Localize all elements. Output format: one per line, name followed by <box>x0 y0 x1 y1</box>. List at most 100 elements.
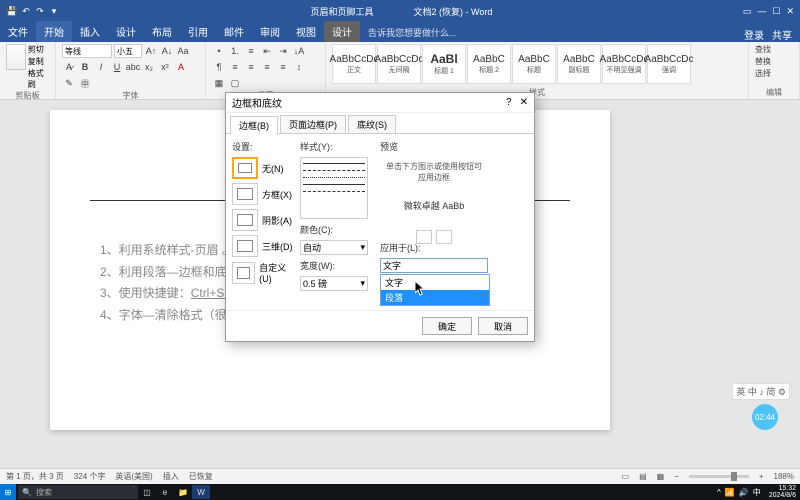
paste-icon[interactable] <box>6 44 26 70</box>
language-indicator[interactable]: 英语(美国) <box>115 471 152 482</box>
style-title[interactable]: AaBbC标题 <box>512 44 556 84</box>
ime-indicator[interactable]: 中 <box>753 487 761 498</box>
italic-icon[interactable]: I <box>94 60 108 74</box>
redo-icon[interactable]: ↷ <box>34 5 46 17</box>
word-count[interactable]: 324 个字 <box>74 471 106 482</box>
multilevel-icon[interactable]: ≡ <box>244 44 258 58</box>
taskbar-clock[interactable]: 15:322024/8/6 <box>765 485 800 499</box>
dialog-close-icon[interactable]: ✕ <box>520 97 528 108</box>
indent-icon[interactable]: ⇥ <box>276 44 290 58</box>
bold-icon[interactable]: B <box>78 60 92 74</box>
tab-layout[interactable]: 布局 <box>144 21 180 42</box>
clear-format-icon[interactable]: A̷ <box>62 60 76 74</box>
page-indicator[interactable]: 第 1 页，共 3 页 <box>6 471 64 482</box>
find-button[interactable]: 查找 <box>755 44 793 55</box>
font-name-select[interactable] <box>62 44 112 58</box>
style-emphasis[interactable]: AaBbCcDc强调 <box>647 44 691 84</box>
line-spacing-icon[interactable]: ↕ <box>292 60 306 74</box>
select-button[interactable]: 选择 <box>755 68 793 79</box>
sort-icon[interactable]: ↓A <box>292 44 306 58</box>
subscript-icon[interactable]: x₂ <box>142 60 156 74</box>
login-link[interactable]: 登录 <box>744 27 764 42</box>
taskbar-search[interactable]: 🔍搜索 <box>18 485 138 499</box>
setting-box[interactable]: 方框(X) <box>232 183 294 205</box>
apply-option-paragraph[interactable]: 段落 <box>381 290 489 305</box>
view-read-icon[interactable]: ▭ <box>622 472 630 481</box>
highlight-icon[interactable]: ✎ <box>62 76 76 90</box>
tab-references[interactable]: 引用 <box>180 21 216 42</box>
setting-3d[interactable]: 三维(D) <box>232 235 294 257</box>
tab-insert[interactable]: 插入 <box>72 21 108 42</box>
share-button[interactable]: 共享 <box>772 27 792 42</box>
shading-icon[interactable]: ▦ <box>212 76 226 90</box>
numbering-icon[interactable]: 1. <box>228 44 242 58</box>
tab-context-design[interactable]: 设计 <box>324 21 360 42</box>
ok-button[interactable]: 确定 <box>422 317 472 335</box>
tab-file[interactable]: 文件 <box>0 21 36 42</box>
align-center-icon[interactable]: ≡ <box>244 60 258 74</box>
style-listbox[interactable] <box>300 157 368 219</box>
style-nospace[interactable]: AaBbCcDc无间隔 <box>377 44 421 84</box>
view-web-icon[interactable]: ▦ <box>657 472 665 481</box>
minimize-icon[interactable]: — <box>757 6 766 17</box>
grow-font-icon[interactable]: A↑ <box>144 44 158 58</box>
style-normal[interactable]: AaBbCcDc正文 <box>332 44 376 84</box>
superscript-icon[interactable]: x² <box>158 60 172 74</box>
setting-shadow[interactable]: 阴影(A) <box>232 209 294 231</box>
borders-icon[interactable]: ▢ <box>228 76 242 90</box>
tab-home[interactable]: 开始 <box>36 21 72 42</box>
bullets-icon[interactable]: • <box>212 44 226 58</box>
style-subtitle[interactable]: AaBbC副标题 <box>557 44 601 84</box>
format-painter-button[interactable]: 格式刷 <box>28 68 49 90</box>
start-button[interactable]: ⊞ <box>0 484 16 500</box>
zoom-out-icon[interactable]: − <box>674 472 679 481</box>
font-color-icon[interactable]: A <box>174 60 188 74</box>
cancel-button[interactable]: 取消 <box>478 317 528 335</box>
apply-to-select[interactable]: 文字 文字 段落 <box>380 258 488 273</box>
volume-icon[interactable]: 🔊 <box>739 488 749 497</box>
apply-option-text[interactable]: 文字 <box>381 275 489 290</box>
showmarks-icon[interactable]: ¶ <box>212 60 226 74</box>
close-icon[interactable]: ✕ <box>786 6 794 17</box>
tab-shading[interactable]: 底纹(S) <box>348 115 396 133</box>
align-right-icon[interactable]: ≡ <box>260 60 274 74</box>
strike-icon[interactable]: abc <box>126 60 140 74</box>
shrink-font-icon[interactable]: A↓ <box>160 44 174 58</box>
zoom-level[interactable]: 188% <box>774 472 794 481</box>
tab-review[interactable]: 审阅 <box>252 21 288 42</box>
justify-icon[interactable]: ≡ <box>276 60 290 74</box>
change-case-icon[interactable]: Aa <box>176 44 190 58</box>
style-subtle[interactable]: AaBbCcDc不明显强调 <box>602 44 646 84</box>
edge-icon[interactable]: e <box>156 485 174 499</box>
ribbon-options-icon[interactable]: ▭ <box>743 6 752 17</box>
font-size-select[interactable] <box>114 44 142 58</box>
tab-view[interactable]: 视图 <box>288 21 324 42</box>
tab-design[interactable]: 设计 <box>108 21 144 42</box>
maximize-icon[interactable]: ☐ <box>772 6 780 17</box>
task-view-icon[interactable]: ◫ <box>138 485 156 499</box>
setting-none[interactable]: 无(N) <box>232 157 294 179</box>
color-select[interactable]: 自动▾ <box>300 240 368 255</box>
tab-page-border[interactable]: 页面边框(P) <box>280 115 346 133</box>
style-heading2[interactable]: AaBbC标题 2 <box>467 44 511 84</box>
view-print-icon[interactable]: ▤ <box>639 472 647 481</box>
outdent-icon[interactable]: ⇤ <box>260 44 274 58</box>
save-icon[interactable]: 💾 <box>6 5 18 17</box>
underline-icon[interactable]: U <box>110 60 124 74</box>
zoom-slider[interactable] <box>689 475 749 478</box>
width-select[interactable]: 0.5 磅▾ <box>300 276 368 291</box>
tab-border[interactable]: 边框(B) <box>230 116 278 134</box>
explorer-icon[interactable]: 📁 <box>174 485 192 499</box>
replace-button[interactable]: 替换 <box>755 56 793 67</box>
undo-icon[interactable]: ↶ <box>20 5 32 17</box>
word-taskbar-icon[interactable]: W <box>192 485 210 499</box>
tab-mail[interactable]: 邮件 <box>216 21 252 42</box>
enclose-icon[interactable]: ㊥ <box>78 76 92 90</box>
align-left-icon[interactable]: ≡ <box>228 60 242 74</box>
network-icon[interactable]: 📶 <box>725 488 735 497</box>
zoom-in-icon[interactable]: + <box>759 472 764 481</box>
tell-me-input[interactable]: 告诉我您想要做什么... <box>360 23 465 42</box>
dialog-help-icon[interactable]: ? <box>506 97 512 108</box>
cut-button[interactable]: 剪切 <box>28 44 49 55</box>
setting-custom[interactable]: 自定义(U) <box>232 261 294 284</box>
